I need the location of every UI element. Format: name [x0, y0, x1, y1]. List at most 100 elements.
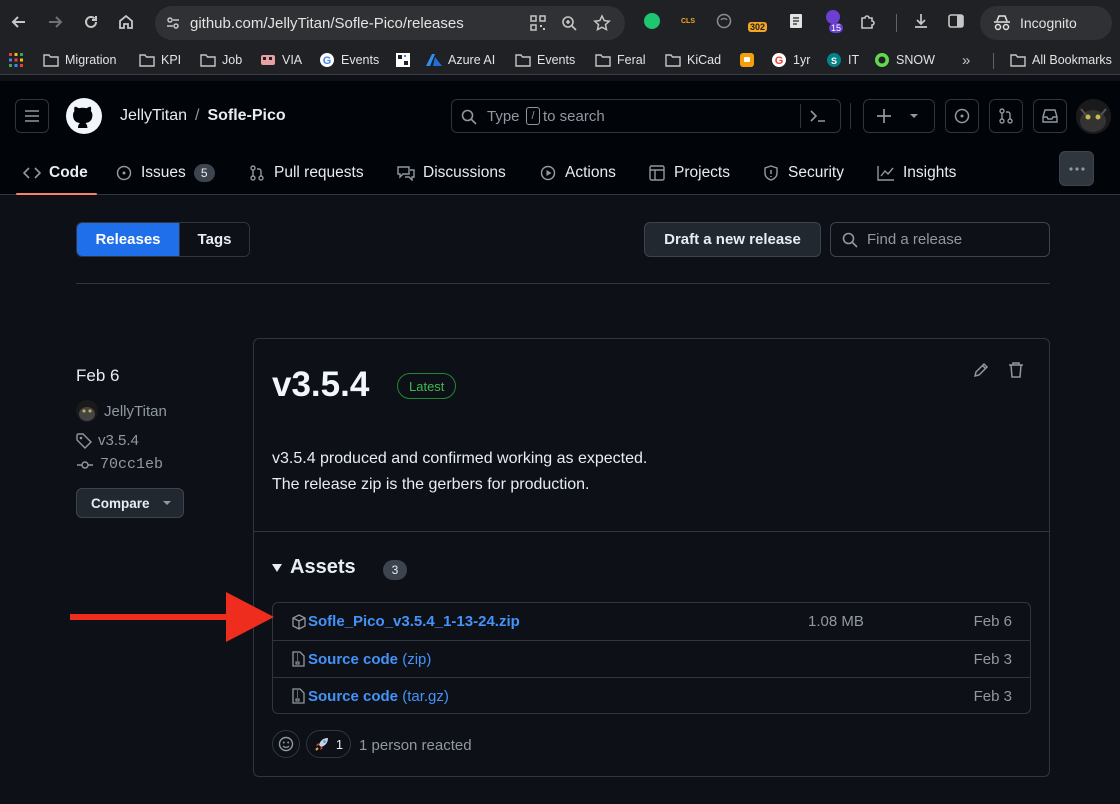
extension-15-icon[interactable]: 15 [823, 10, 844, 33]
hamburger-menu-icon[interactable] [15, 99, 49, 133]
trash-icon[interactable] [1008, 361, 1024, 379]
pencil-icon[interactable] [972, 361, 990, 379]
extensions-puzzle-icon[interactable] [858, 11, 878, 31]
bookmark-events[interactable]: Events [515, 51, 575, 69]
divider [76, 283, 1050, 284]
tab-insights[interactable]: Insights [877, 151, 956, 195]
pull-requests-header-icon[interactable] [989, 99, 1023, 133]
tags-tab-button[interactable]: Tags [179, 223, 249, 256]
tab-security[interactable]: Security [762, 151, 844, 195]
github-logo-icon[interactable] [66, 98, 102, 134]
asset-row[interactable]: Source code (tar.gz) Feb 3 [273, 677, 1030, 714]
tab-actions[interactable]: Actions [539, 151, 616, 195]
bookmark-1yr[interactable]: G 1yr [771, 51, 810, 69]
home-icon[interactable] [115, 11, 137, 33]
bookmark-feral[interactable]: Feral [595, 51, 645, 69]
add-reaction-button[interactable] [272, 730, 300, 758]
tab-code[interactable]: Code [23, 151, 88, 195]
bookmark-qr[interactable] [395, 51, 411, 69]
site-settings-icon[interactable] [165, 15, 181, 31]
play-icon [539, 164, 557, 182]
find-release-input[interactable]: Find a release [830, 222, 1050, 257]
latest-badge: Latest [397, 373, 457, 399]
assets-heading: Assets [290, 556, 356, 578]
search-placeholder-rest: to search [543, 108, 605, 125]
tab-pull-requests[interactable]: Pull requests [248, 151, 364, 195]
extension-cls-icon[interactable]: CLS [678, 11, 698, 31]
bookmark-events-google[interactable]: G Events [319, 51, 379, 69]
release-author[interactable]: JellyTitan [76, 400, 167, 422]
bookmark-kpi[interactable]: KPI [139, 51, 181, 69]
smiley-icon [278, 736, 294, 752]
pull-request-icon [248, 164, 266, 182]
draft-new-release-button[interactable]: Draft a new release [644, 222, 821, 257]
tab-issues[interactable]: Issues 5 [115, 151, 215, 195]
issues-circle-icon[interactable] [945, 99, 979, 133]
bookmark-migration[interactable]: Migration [43, 51, 116, 69]
assets-count: 3 [383, 560, 407, 580]
release-notes-line: The release zip is the gerbers for produ… [272, 476, 590, 493]
tab-discussions[interactable]: Discussions [397, 151, 506, 195]
release-title[interactable]: v3.5.4 [272, 365, 369, 405]
create-new-button[interactable] [863, 99, 935, 133]
rocket-reaction-button[interactable]: 1 [306, 730, 351, 758]
qr-code-icon[interactable] [530, 15, 546, 31]
annotation-arrow [68, 590, 278, 644]
apps-grid-icon[interactable] [8, 51, 24, 69]
release-commit[interactable]: 70cc1eb [76, 456, 163, 473]
folder-icon [43, 52, 59, 68]
forward-icon[interactable] [44, 11, 66, 33]
releases-tags-toggle: Releases Tags [76, 222, 250, 257]
extension-brain-icon[interactable] [714, 11, 734, 31]
bookmark-azure-ai[interactable]: Azure AI [426, 51, 495, 69]
bookmarks-overflow-icon[interactable]: » [962, 51, 970, 69]
incognito-indicator[interactable]: Incognito [980, 6, 1112, 40]
more-options-icon[interactable] [1059, 151, 1094, 186]
issue-icon [115, 164, 133, 182]
assets-toggle[interactable]: Assets [272, 556, 356, 579]
asset-row[interactable]: Sofle_Pico_v3.5.4_1-13-24.zip 1.08 MB Fe… [273, 603, 1030, 640]
repo-link[interactable]: Sofle-Pico [207, 107, 285, 125]
orange-app-icon [739, 52, 755, 68]
zoom-icon[interactable] [561, 15, 577, 31]
releases-tab-button[interactable]: Releases [77, 223, 179, 256]
bookmark-star-icon[interactable] [593, 14, 611, 32]
asset-link[interactable]: Source code (tar.gz) [308, 688, 449, 705]
reload-icon[interactable] [80, 11, 102, 33]
command-palette-icon[interactable] [809, 108, 827, 124]
bookmarks-divider [993, 53, 994, 69]
compare-dropdown[interactable]: Compare [76, 488, 184, 518]
all-bookmarks[interactable]: All Bookmarks [1010, 51, 1112, 69]
asset-size: 1.08 MB [808, 613, 864, 630]
tab-projects[interactable]: Projects [648, 151, 730, 195]
asset-link[interactable]: Sofle_Pico_v3.5.4_1-13-24.zip [308, 613, 520, 630]
folder-icon [139, 52, 155, 68]
asset-row[interactable]: Source code (zip) Feb 3 [273, 640, 1030, 677]
bookmark-orange[interactable] [739, 51, 755, 69]
file-zip-icon [291, 651, 307, 667]
avatar[interactable] [1076, 99, 1111, 134]
bookmark-it[interactable]: S IT [826, 51, 859, 69]
bookmark-kicad[interactable]: KiCad [665, 51, 721, 69]
url-text[interactable]: github.com/JellyTitan/Sofle-Pico/release… [190, 15, 464, 32]
repo-tabs: Code Issues 5 Pull requests Discussions … [0, 151, 1120, 195]
side-panel-icon[interactable] [946, 11, 966, 31]
release-tag[interactable]: v3.5.4 [76, 432, 139, 449]
address-bar[interactable]: github.com/JellyTitan/Sofle-Pico/release… [155, 6, 625, 40]
bookmark-job[interactable]: Job [200, 51, 242, 69]
back-icon[interactable] [8, 11, 30, 33]
asset-link[interactable]: Source code (zip) [308, 651, 431, 668]
commit-icon [76, 457, 94, 473]
extension-302-icon[interactable]: 302 [748, 9, 772, 32]
search-input[interactable]: Type / to search [451, 99, 841, 133]
bookmark-via[interactable]: VIA [260, 51, 302, 69]
download-icon[interactable] [911, 11, 931, 31]
bookmark-snow[interactable]: SNOW [874, 51, 935, 69]
inbox-icon[interactable] [1033, 99, 1067, 133]
search-divider [800, 104, 801, 128]
breadcrumb: JellyTitan / Sofle-Pico [120, 107, 286, 125]
owner-link[interactable]: JellyTitan [120, 107, 187, 125]
extension-document-icon[interactable] [786, 11, 806, 31]
code-icon [23, 164, 41, 182]
extension-green-dot-icon[interactable] [642, 11, 662, 31]
